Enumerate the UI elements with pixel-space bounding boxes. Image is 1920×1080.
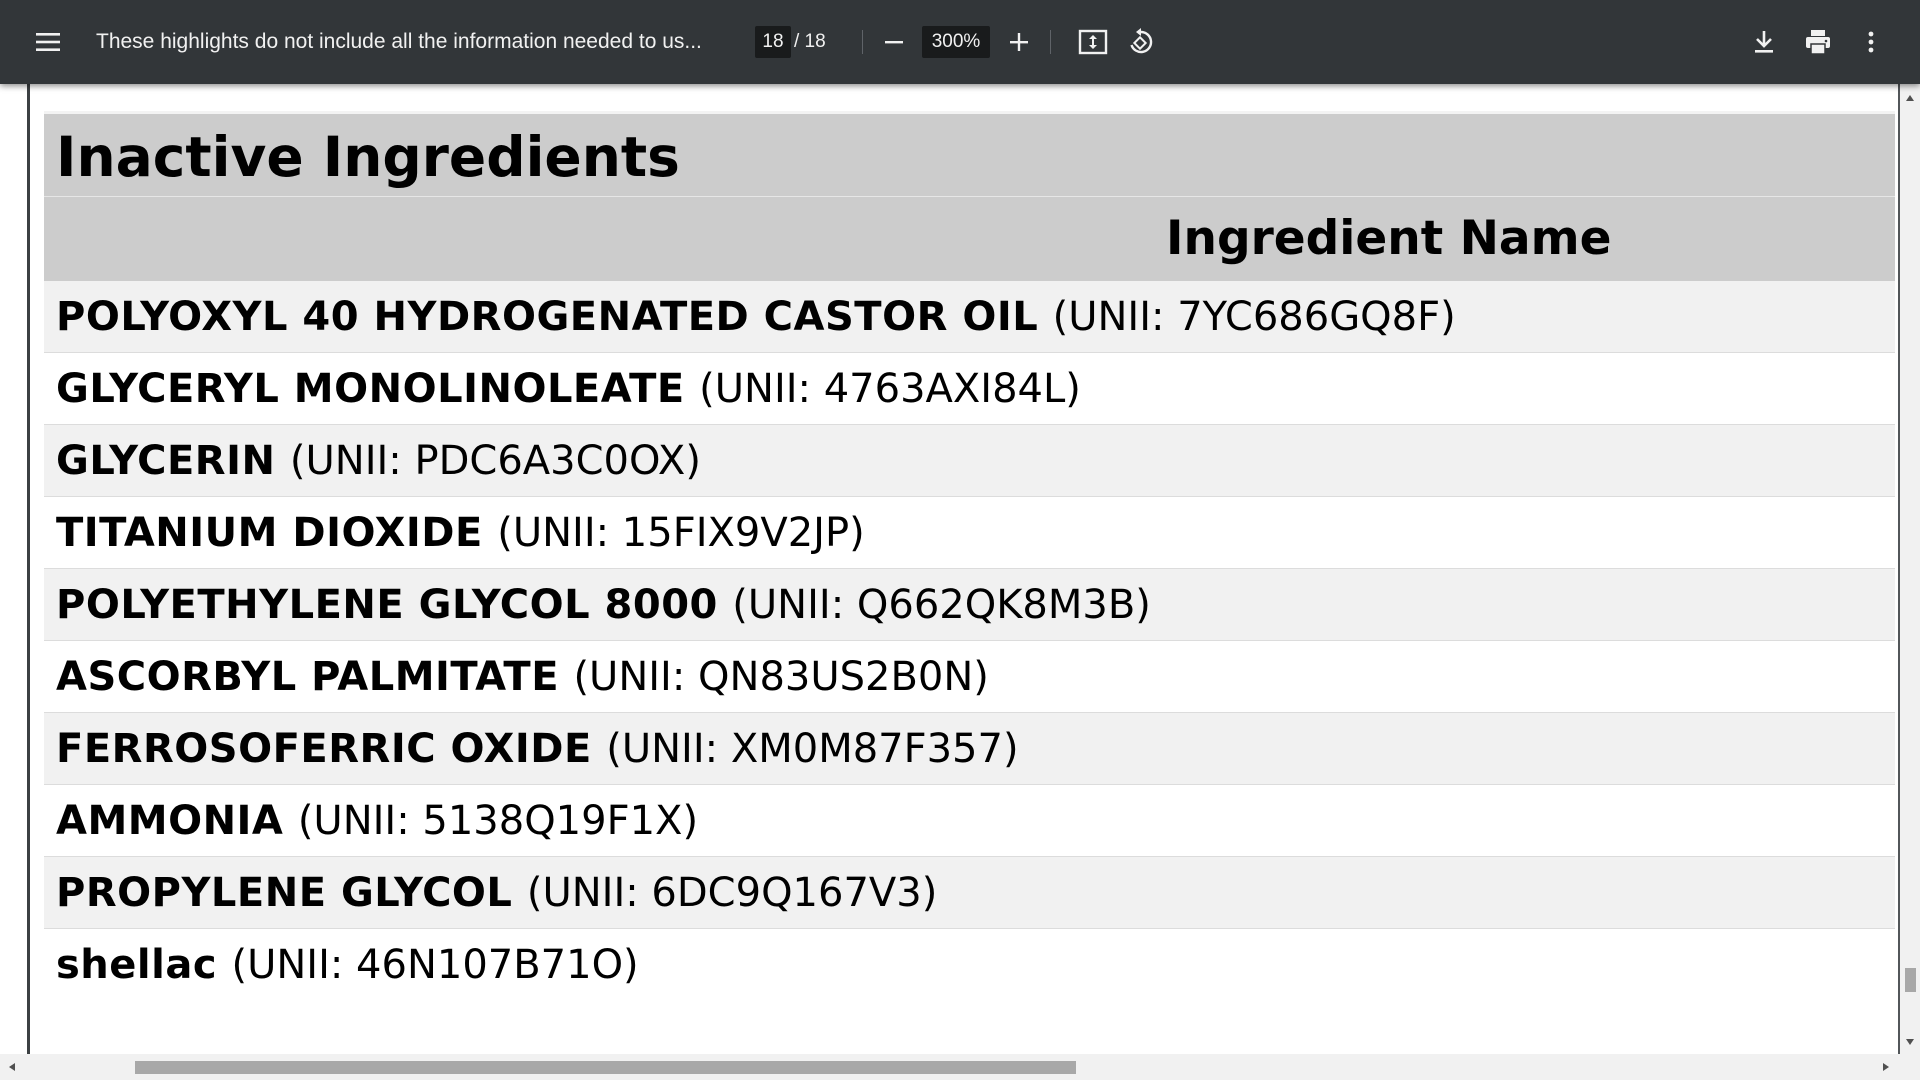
scroll-right-arrow-icon[interactable]	[1876, 1057, 1896, 1077]
minus-icon[interactable]	[874, 22, 914, 62]
ingredient-unii: (UNII: PDC6A3C0OX)	[289, 438, 701, 484]
horizontal-scroll-thumb[interactable]	[135, 1061, 1076, 1074]
ingredient-name: AMMONIA	[56, 798, 298, 844]
ingredient-name: GLYCERIN	[56, 438, 290, 484]
table-row: shellac (UNII: 46N107B71O)	[44, 929, 1895, 1003]
page-count: / 18	[794, 31, 826, 52]
vertical-scroll-thumb[interactable]	[1905, 968, 1916, 992]
scroll-down-arrow-icon[interactable]	[1900, 1032, 1920, 1052]
print-icon[interactable]	[1798, 22, 1838, 62]
document-title: These highlights do not include all the …	[96, 30, 702, 53]
table-row: POLYOXYL 40 HYDROGENATED CASTOR OIL (UNI…	[44, 281, 1895, 353]
download-icon[interactable]	[1744, 22, 1784, 62]
more-vertical-icon[interactable]	[1851, 22, 1891, 62]
vertical-scrollbar[interactable]	[1900, 84, 1920, 1056]
ingredient-unii: (UNII: 6DC9Q167V3)	[526, 870, 938, 916]
scroll-left-arrow-icon[interactable]	[2, 1057, 22, 1077]
ingredient-unii: (UNII: 7YC686GQ8F)	[1052, 294, 1456, 340]
ingredient-name: shellac	[56, 942, 232, 988]
ingredient-name: TITANIUM DIOXIDE	[56, 510, 498, 556]
ingredient-unii: (UNII: Q662QK8M3B)	[732, 582, 1151, 628]
fit-to-page-icon[interactable]	[1073, 22, 1113, 62]
zoom-level-input[interactable]: 300%	[922, 26, 990, 58]
ingredient-unii: (UNII: 46N107B71O)	[231, 942, 639, 988]
table-row: FERROSOFERRIC OXIDE (UNII: XM0M87F357)	[44, 713, 1895, 785]
ingredient-name: POLYOXYL 40 HYDROGENATED CASTOR OIL	[56, 294, 1053, 340]
ingredient-name: PROPYLENE GLYCOL	[56, 870, 527, 916]
table-row: TITANIUM DIOXIDE (UNII: 15FIX9V2JP)	[44, 497, 1895, 569]
table-row: ASCORBYL PALMITATE (UNII: QN83US2B0N)	[44, 641, 1895, 713]
toolbar-divider	[1050, 30, 1051, 54]
table-row: GLYCERYL MONOLINOLEATE (UNII: 4763AXI84L…	[44, 353, 1895, 425]
ingredient-name: GLYCERYL MONOLINOLEATE	[56, 366, 700, 412]
table-row: AMMONIA (UNII: 5138Q19F1X)	[44, 785, 1895, 857]
rotate-icon[interactable]	[1121, 22, 1161, 62]
table-caption: Inactive Ingredients	[44, 111, 1895, 197]
ingredient-unii: (UNII: 5138Q19F1X)	[297, 798, 699, 844]
previous-page-edge	[0, 84, 27, 1054]
pdf-viewport[interactable]: Inactive Ingredients Ingredient Name POL…	[0, 84, 1920, 1080]
ingredient-unii: (UNII: 15FIX9V2JP)	[497, 510, 865, 556]
scroll-up-arrow-icon[interactable]	[1900, 88, 1920, 108]
column-header-ingredient-name: Ingredient Name	[1166, 211, 1612, 266]
table-row: GLYCERIN (UNII: PDC6A3C0OX)	[44, 425, 1895, 497]
ingredient-name: ASCORBYL PALMITATE	[56, 654, 574, 700]
plus-icon[interactable]	[999, 22, 1039, 62]
ingredient-unii: (UNII: XM0M87F357)	[606, 726, 1019, 772]
inactive-ingredients-table: Inactive Ingredients Ingredient Name POL…	[44, 111, 1895, 1003]
ingredient-unii: (UNII: QN83US2B0N)	[573, 654, 989, 700]
ingredient-name: FERROSOFERRIC OXIDE	[56, 726, 607, 772]
horizontal-scrollbar[interactable]	[0, 1054, 1920, 1080]
current-page-input[interactable]: 18	[755, 26, 791, 58]
table-row: PROPYLENE GLYCOL (UNII: 6DC9Q167V3)	[44, 857, 1895, 929]
ingredient-unii: (UNII: 4763AXI84L)	[699, 366, 1081, 412]
column-header-row: Ingredient Name	[44, 197, 1895, 281]
table-row: POLYETHYLENE GLYCOL 8000 (UNII: Q662QK8M…	[44, 569, 1895, 641]
hamburger-menu-icon[interactable]	[28, 22, 68, 62]
ingredient-name: POLYETHYLENE GLYCOL 8000	[56, 582, 733, 628]
pdf-toolbar: These highlights do not include all the …	[0, 0, 1920, 84]
toolbar-divider	[862, 30, 863, 54]
